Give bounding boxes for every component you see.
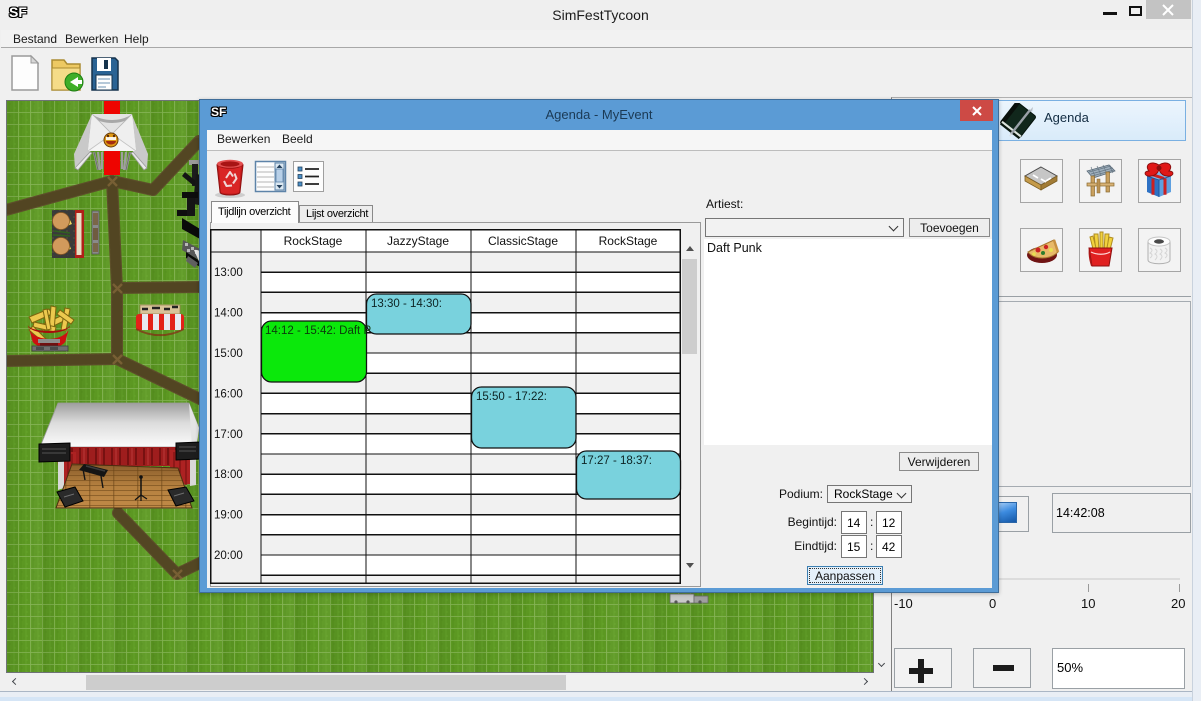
svg-text:17:27 - 18:37:: 17:27 - 18:37:: [581, 455, 652, 467]
svg-text:RockStage: RockStage: [284, 234, 343, 248]
svg-text:JazzyStage: JazzyStage: [387, 234, 449, 248]
svg-text:14:00: 14:00: [214, 308, 243, 320]
svg-text:13:30 - 14:30:: 13:30 - 14:30:: [371, 298, 442, 310]
svg-text:ClassicStage: ClassicStage: [488, 234, 558, 248]
svg-text:18:00: 18:00: [214, 469, 243, 481]
svg-text:RockStage: RockStage: [599, 234, 658, 248]
svg-text:19:00: 19:00: [214, 510, 243, 522]
svg-text:14:12 - 15:42: Daft P: 14:12 - 15:42: Daft P: [265, 325, 371, 337]
svg-text:13:00: 13:00: [214, 267, 243, 279]
svg-text:15:50 - 17:22:: 15:50 - 17:22:: [476, 391, 547, 403]
svg-text:17:00: 17:00: [214, 429, 243, 441]
svg-text:20:00: 20:00: [214, 550, 243, 562]
svg-text:16:00: 16:00: [214, 388, 243, 400]
svg-text:15:00: 15:00: [214, 348, 243, 360]
